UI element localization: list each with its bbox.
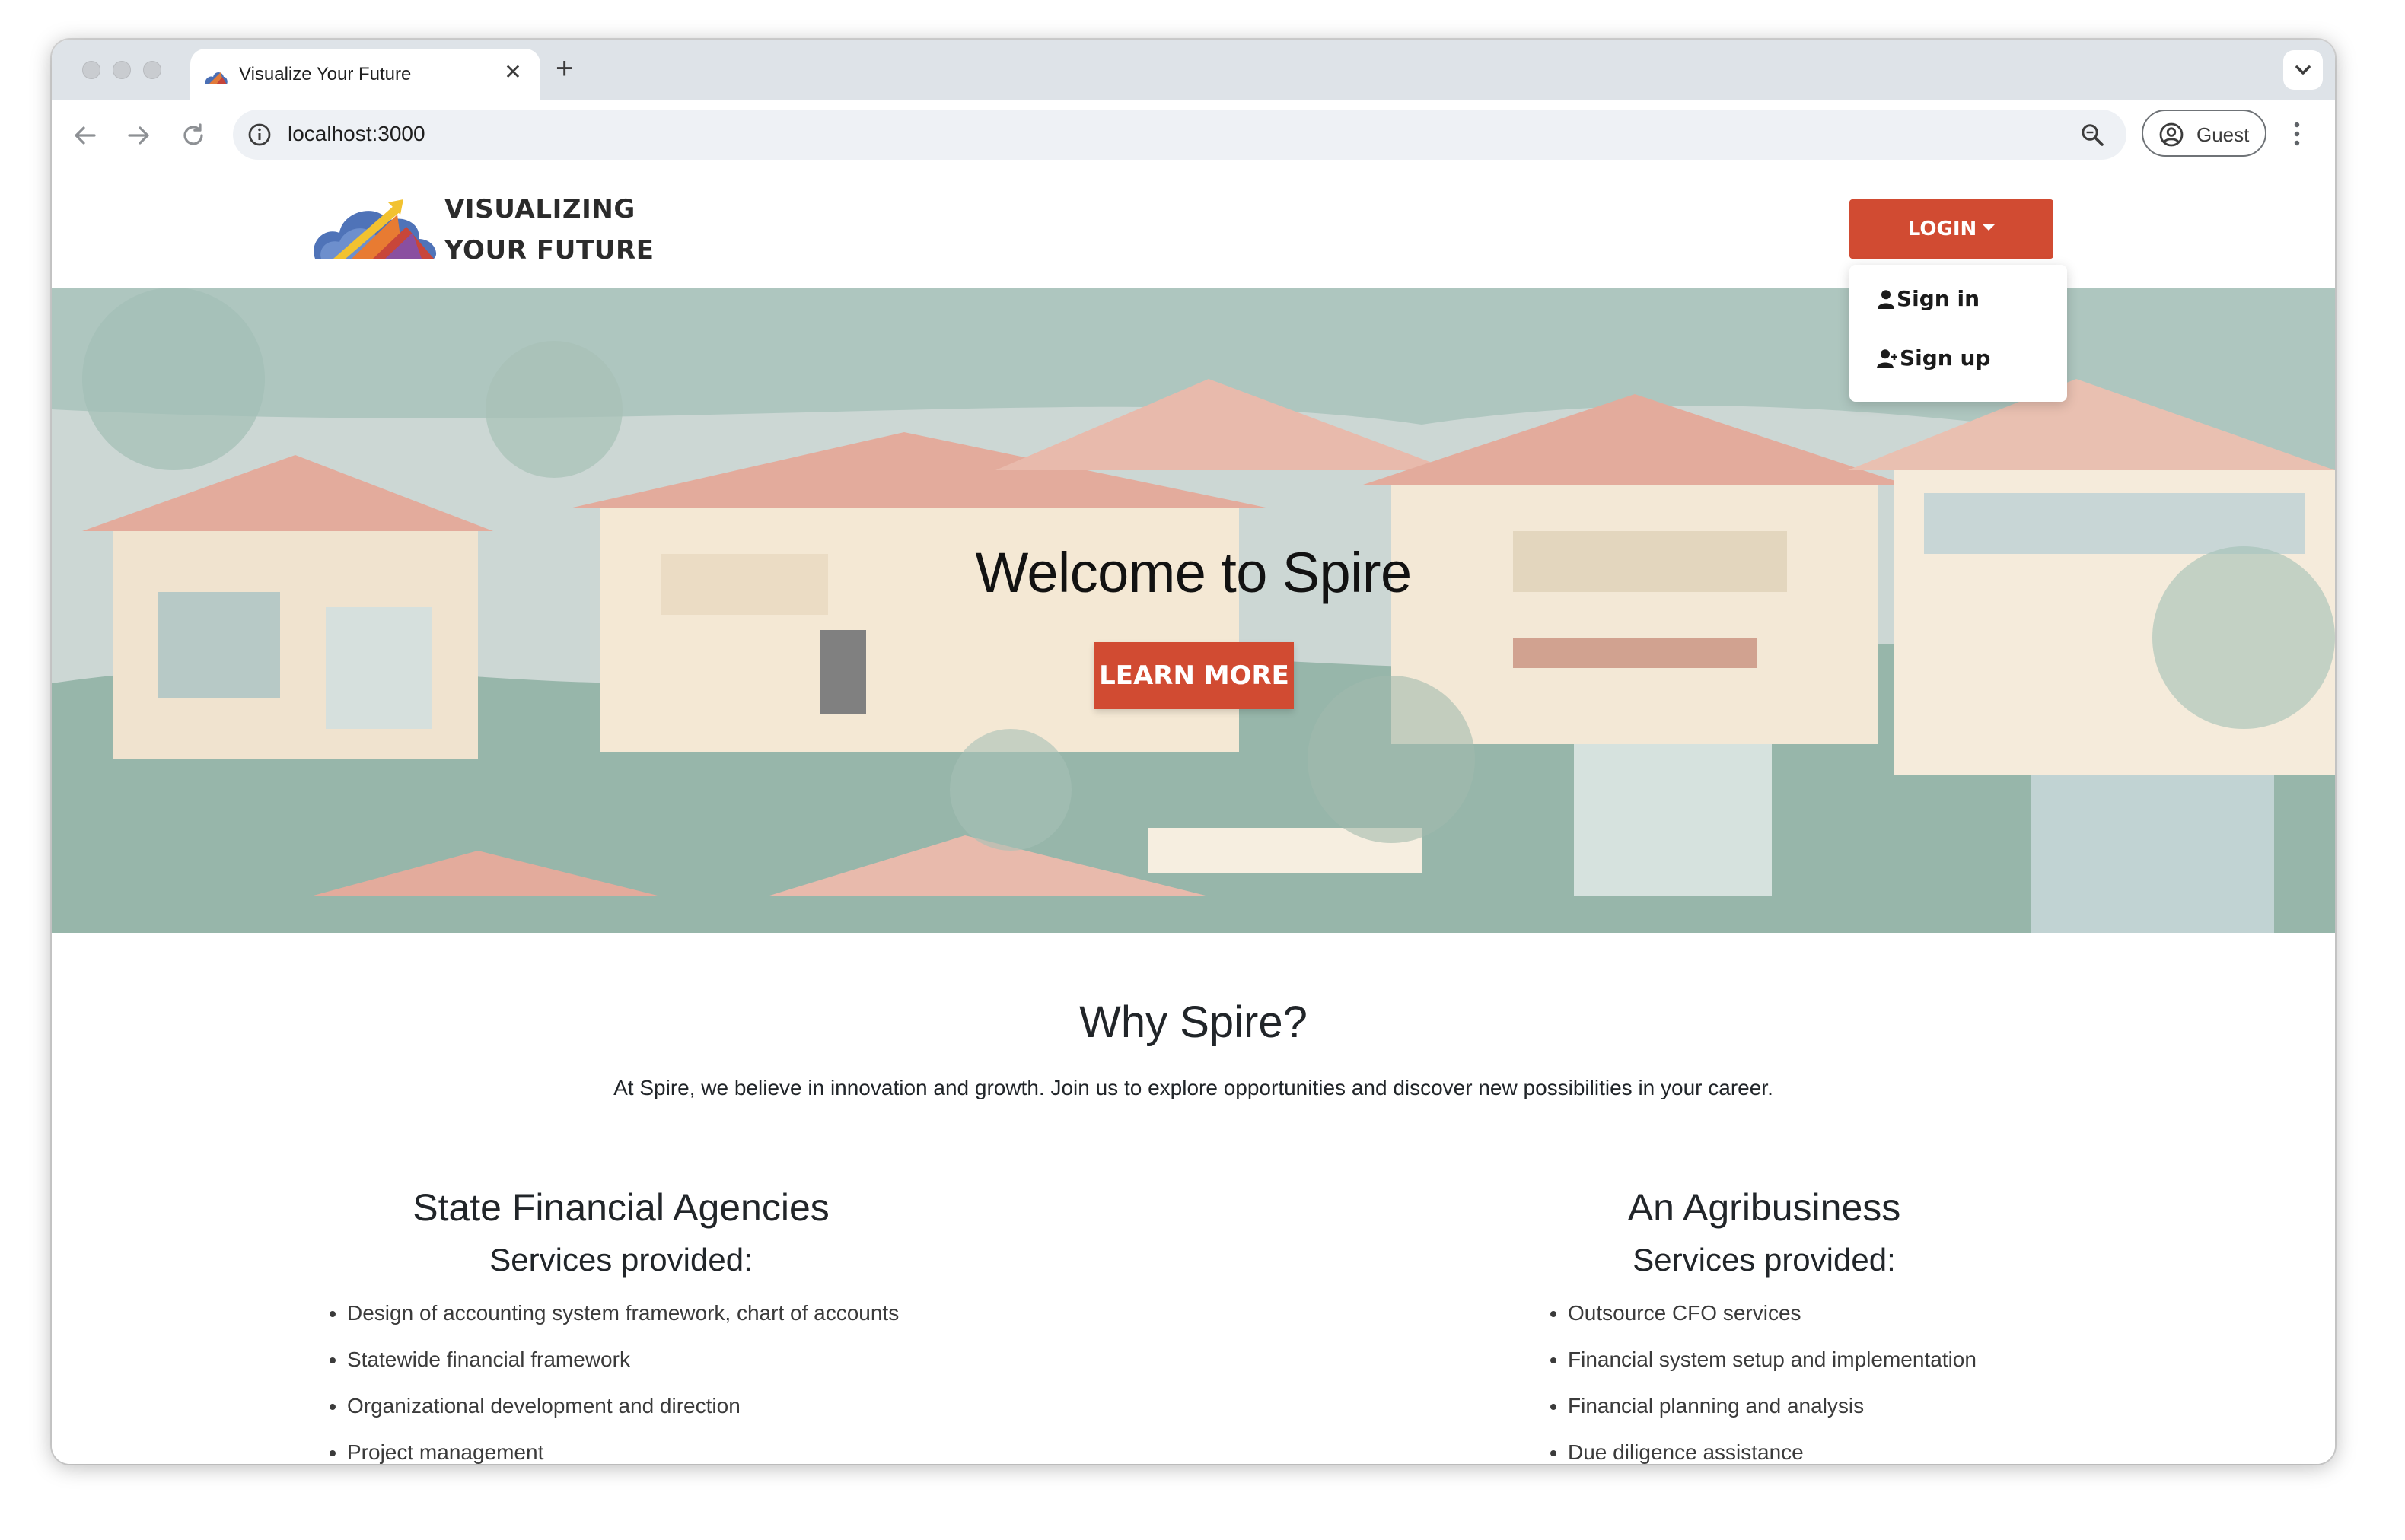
list-item: Project management (347, 1437, 899, 1464)
favicon-icon (204, 64, 228, 92)
back-arrow-icon (75, 126, 96, 145)
list-item: Organizational development and direction (347, 1391, 899, 1437)
list-item: Financial planning and analysis (1568, 1391, 1977, 1437)
tab-title: Visualize Your Future (239, 64, 412, 84)
chevron-down-icon (2295, 65, 2311, 75)
profile-button[interactable]: Guest (2142, 110, 2266, 157)
sign-in-menu-item[interactable]: Sign in (1877, 286, 1980, 311)
hero-title: Welcome to Spire (975, 541, 1412, 604)
column-title-agri: An Agribusiness (1627, 1186, 1901, 1229)
why-text: At Spire, we believe in innovation and g… (613, 1076, 1773, 1099)
sign-up-label: Sign up (1900, 345, 1991, 371)
services-list-agri: Outsource CFO services Financial system … (1537, 1298, 1977, 1464)
services-list-state: Design of accounting system framework, c… (317, 1298, 899, 1464)
learn-more-button[interactable]: LEARN MORE (1094, 642, 1294, 709)
login-dropdown-menu: Sign in Sign up (1849, 265, 2067, 402)
url-text[interactable]: localhost:3000 (288, 122, 425, 146)
profile-label: Guest (2196, 123, 2250, 146)
minimize-window-button[interactable] (113, 61, 131, 79)
info-icon[interactable] (247, 122, 272, 154)
caret-down-icon (1983, 224, 1996, 231)
profile-icon (2158, 122, 2184, 154)
list-item: Design of accounting system framework, c… (347, 1298, 899, 1344)
logo-image[interactable] (312, 196, 437, 266)
reload-button[interactable] (178, 120, 209, 151)
tab-close-icon[interactable]: ✕ (501, 59, 525, 84)
reload-icon (183, 123, 203, 145)
brand-line-1: VISUALIZING (444, 194, 635, 224)
column-subtitle-state: Services provided: (489, 1242, 753, 1278)
address-bar[interactable]: localhost:3000 (233, 110, 2126, 160)
column-subtitle-agri: Services provided: (1633, 1242, 1896, 1278)
kebab-menu-icon[interactable] (2292, 120, 2301, 154)
tab-active[interactable]: Visualize Your Future ✕ (190, 49, 540, 100)
list-item: Due diligence assistance (1568, 1437, 1977, 1464)
list-item: Statewide financial framework (347, 1344, 899, 1391)
zoom-icon[interactable] (2079, 122, 2105, 154)
browser-toolbar: localhost:3000 Guest (52, 100, 2335, 172)
back-button[interactable] (70, 120, 100, 151)
brand-line-2: YOUR FUTURE (444, 235, 655, 266)
browser-window: Visualize Your Future ✕ + localhost:3000… (52, 40, 2335, 1464)
maximize-window-button[interactable] (143, 61, 161, 79)
user-plus-icon (1877, 349, 1897, 368)
list-item: Outsource CFO services (1568, 1298, 1977, 1344)
user-icon (1878, 290, 1894, 309)
login-dropdown-button[interactable]: LOGIN (1849, 199, 2053, 259)
sign-up-menu-item[interactable]: Sign up (1877, 345, 1990, 371)
sign-in-label: Sign in (1897, 286, 1980, 311)
forward-button[interactable] (123, 120, 154, 151)
brand-name[interactable]: VISUALIZING YOUR FUTURE (444, 189, 655, 271)
tab-strip: Visualize Your Future ✕ + (52, 40, 2335, 100)
forward-arrow-icon (128, 126, 149, 145)
why-title: Why Spire? (1079, 998, 1308, 1047)
list-item: Financial system setup and implementatio… (1568, 1344, 1977, 1391)
close-window-button[interactable] (82, 61, 100, 79)
login-label: LOGIN (1907, 218, 1977, 240)
page-content: VISUALIZING YOUR FUTURE LOGIN Sign in Si… (52, 170, 2335, 1464)
tab-search-button[interactable] (2283, 50, 2323, 90)
new-tab-button[interactable]: + (556, 52, 573, 85)
column-title-state: State Financial Agencies (413, 1186, 830, 1229)
